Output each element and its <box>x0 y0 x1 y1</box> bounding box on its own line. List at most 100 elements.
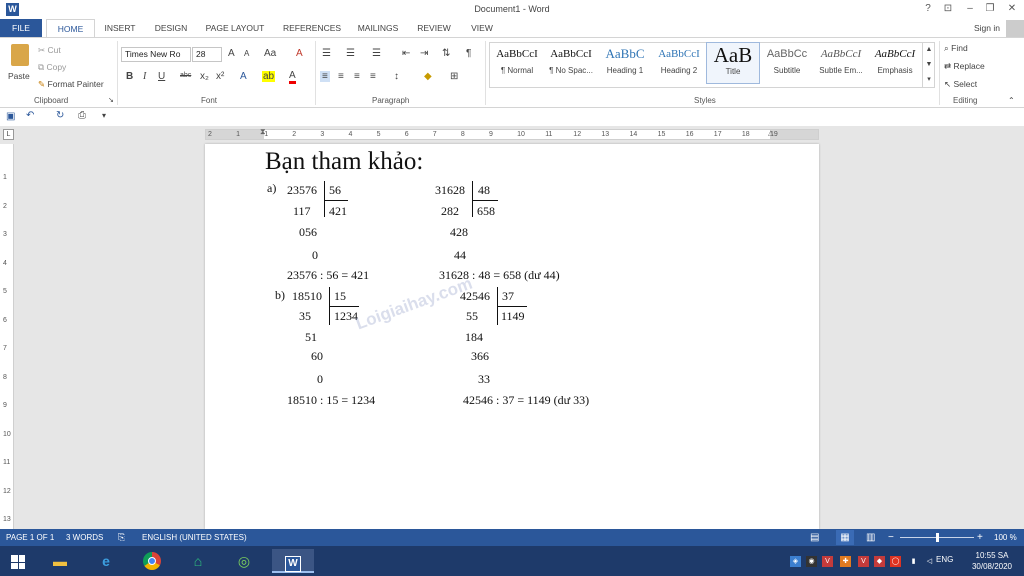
tab-file[interactable]: FILE <box>0 19 42 38</box>
tab-mailings[interactable]: MAILINGS <box>354 19 402 38</box>
network-icon[interactable]: ▮ <box>908 556 919 567</box>
save-icon[interactable]: ▣ <box>6 111 15 122</box>
align-center-icon[interactable]: ≡ <box>338 71 344 82</box>
tab-home[interactable]: HOME <box>46 19 95 38</box>
proofing-icon[interactable]: ⎘ <box>118 529 125 546</box>
input-language[interactable]: ENG <box>936 555 953 564</box>
tray-icon[interactable]: ◈ <box>790 556 801 567</box>
select-button[interactable]: ↖ Select <box>944 79 977 90</box>
change-case-icon[interactable]: Aa <box>264 48 276 59</box>
align-left-icon[interactable]: ≡ <box>320 71 330 82</box>
tray-icon[interactable]: ◉ <box>806 556 817 567</box>
style-title[interactable]: AaB Title <box>706 42 760 84</box>
bullets-icon[interactable]: ☰ <box>322 48 331 59</box>
print-preview-icon[interactable]: ⎙ <box>78 110 86 121</box>
style-normal[interactable]: AaBbCcI ¶ Normal <box>490 42 544 84</box>
windows-start-icon[interactable] <box>0 549 36 573</box>
subscript-button[interactable]: x₂ <box>200 71 209 82</box>
dialog-launcher-icon[interactable]: ↘ <box>108 96 114 104</box>
horizontal-ruler[interactable]: 2 1 1 2 3 4 5 6 7 8 9 10 11 12 13 14 15 16 17 18 19 ⧗ △ <box>205 127 819 140</box>
right-indent-marker[interactable]: △ <box>768 129 773 137</box>
sort-icon[interactable]: ⇅ <box>442 48 450 59</box>
tray-icon[interactable]: ◯ <box>890 556 901 567</box>
font-color-icon[interactable]: A <box>289 70 296 84</box>
font-size-combo[interactable]: 28 <box>192 47 222 62</box>
find-button[interactable]: ⌕ Find <box>944 43 968 54</box>
multilevel-list-icon[interactable]: ☰ <box>372 48 381 59</box>
numbering-icon[interactable]: ☰ <box>346 48 355 59</box>
zoom-out-icon[interactable]: − <box>888 529 894 546</box>
word-count[interactable]: 3 WORDS <box>66 529 103 546</box>
volume-icon[interactable]: ◁ <box>924 556 935 567</box>
coccoc-icon[interactable]: ◎ <box>226 549 262 573</box>
strikethrough-button[interactable]: abc <box>180 72 191 79</box>
shrink-font-icon[interactable]: A <box>244 49 249 58</box>
zoom-slider[interactable] <box>900 533 974 542</box>
internet-explorer-icon[interactable]: e <box>88 549 124 573</box>
style-emphasis[interactable]: AaBbCcI Emphasis <box>868 42 922 84</box>
zoom-in-icon[interactable]: + <box>977 529 983 546</box>
tab-view[interactable]: VIEW <box>466 19 498 38</box>
clear-formatting-icon[interactable]: A <box>296 48 303 59</box>
decrease-indent-icon[interactable]: ⇤ <box>402 48 410 59</box>
justify-icon[interactable]: ≡ <box>370 71 376 82</box>
collapse-ribbon-icon[interactable]: ⌃ <box>1008 96 1015 105</box>
clock[interactable]: 10:55 SA 30/08/2020 <box>964 550 1020 572</box>
tab-insert[interactable]: INSERT <box>100 19 140 38</box>
font-name-combo[interactable]: Times New Ro <box>121 47 191 62</box>
vertical-ruler[interactable]: 1 2 3 4 5 6 7 8 9 10 11 12 13 <box>0 144 14 529</box>
undo-icon[interactable]: ↶ <box>26 110 34 121</box>
customize-qat-icon[interactable]: ▾ <box>102 111 106 120</box>
tray-icon[interactable]: V <box>858 556 869 567</box>
redo-icon[interactable]: ↻ <box>56 110 64 121</box>
document-page[interactable]: Bạn tham khảo: a) b) 23576 56 421 117 05… <box>205 144 819 529</box>
tray-icon[interactable]: ✚ <box>840 556 851 567</box>
italic-button[interactable]: I <box>143 71 146 82</box>
indent-marker[interactable]: ⧗ <box>260 127 266 137</box>
zoom-slider-thumb[interactable] <box>936 533 939 542</box>
replace-button[interactable]: ⇄ Replace <box>944 61 985 72</box>
minimize-button[interactable]: – <box>962 2 978 16</box>
tab-selector-icon[interactable]: L <box>3 129 14 140</box>
style-heading-1[interactable]: AaBbC Heading 1 <box>598 42 652 84</box>
show-formatting-icon[interactable]: ¶ <box>466 48 471 59</box>
text-effects-icon[interactable]: A <box>240 71 247 82</box>
style-heading-2[interactable]: AaBbCcI Heading 2 <box>652 42 706 84</box>
increase-indent-icon[interactable]: ⇥ <box>420 48 428 59</box>
tab-review[interactable]: REVIEW <box>414 19 454 38</box>
borders-icon[interactable]: ⊞ <box>450 71 458 82</box>
styles-scroll[interactable]: ▲ ▼ ▾ <box>922 42 935 88</box>
grow-font-icon[interactable]: A <box>228 48 235 59</box>
superscript-button[interactable]: x² <box>216 71 224 82</box>
page-count[interactable]: PAGE 1 OF 1 <box>6 529 54 546</box>
web-layout-icon[interactable]: ▥ <box>866 529 875 546</box>
style-no-spacing[interactable]: AaBbCcI ¶ No Spac... <box>544 42 598 84</box>
word-taskbar-icon[interactable]: W <box>272 549 314 573</box>
restore-button[interactable]: ❐ <box>982 2 998 16</box>
style-subtitle[interactable]: AaBbCc Subtitle <box>760 42 814 84</box>
highlight-icon[interactable]: ab <box>262 71 276 82</box>
app-icon[interactable]: ⌂ <box>180 549 216 573</box>
tray-icon[interactable]: ◆ <box>874 556 885 567</box>
close-button[interactable]: ✕ <box>1004 2 1020 16</box>
tab-design[interactable]: DESIGN <box>150 19 192 38</box>
cut-button[interactable]: ✂ Cut <box>38 45 61 56</box>
underline-button[interactable]: U <box>158 71 165 82</box>
shading-icon[interactable]: ◆ <box>424 71 432 82</box>
tab-page-layout[interactable]: PAGE LAYOUT <box>202 19 268 38</box>
print-layout-icon[interactable]: ▦ <box>836 530 854 545</box>
align-right-icon[interactable]: ≡ <box>354 71 360 82</box>
format-painter-button[interactable]: ✎ Format Painter <box>38 79 104 90</box>
help-icon[interactable]: ? <box>920 2 936 16</box>
sign-in-link[interactable]: Sign in <box>974 19 1000 38</box>
tray-icon[interactable]: V <box>822 556 833 567</box>
bold-button[interactable]: B <box>126 71 133 82</box>
read-mode-icon[interactable]: ▤ <box>810 529 819 546</box>
chrome-icon[interactable] <box>134 549 170 573</box>
style-subtle-emphasis[interactable]: AaBbCcI Subtle Em... <box>814 42 868 84</box>
line-spacing-icon[interactable]: ↕ <box>394 71 399 82</box>
tab-references[interactable]: REFERENCES <box>280 19 344 38</box>
avatar[interactable] <box>1006 20 1024 37</box>
language-status[interactable]: ENGLISH (UNITED STATES) <box>142 529 247 546</box>
file-explorer-icon[interactable]: ▬ <box>42 549 78 573</box>
